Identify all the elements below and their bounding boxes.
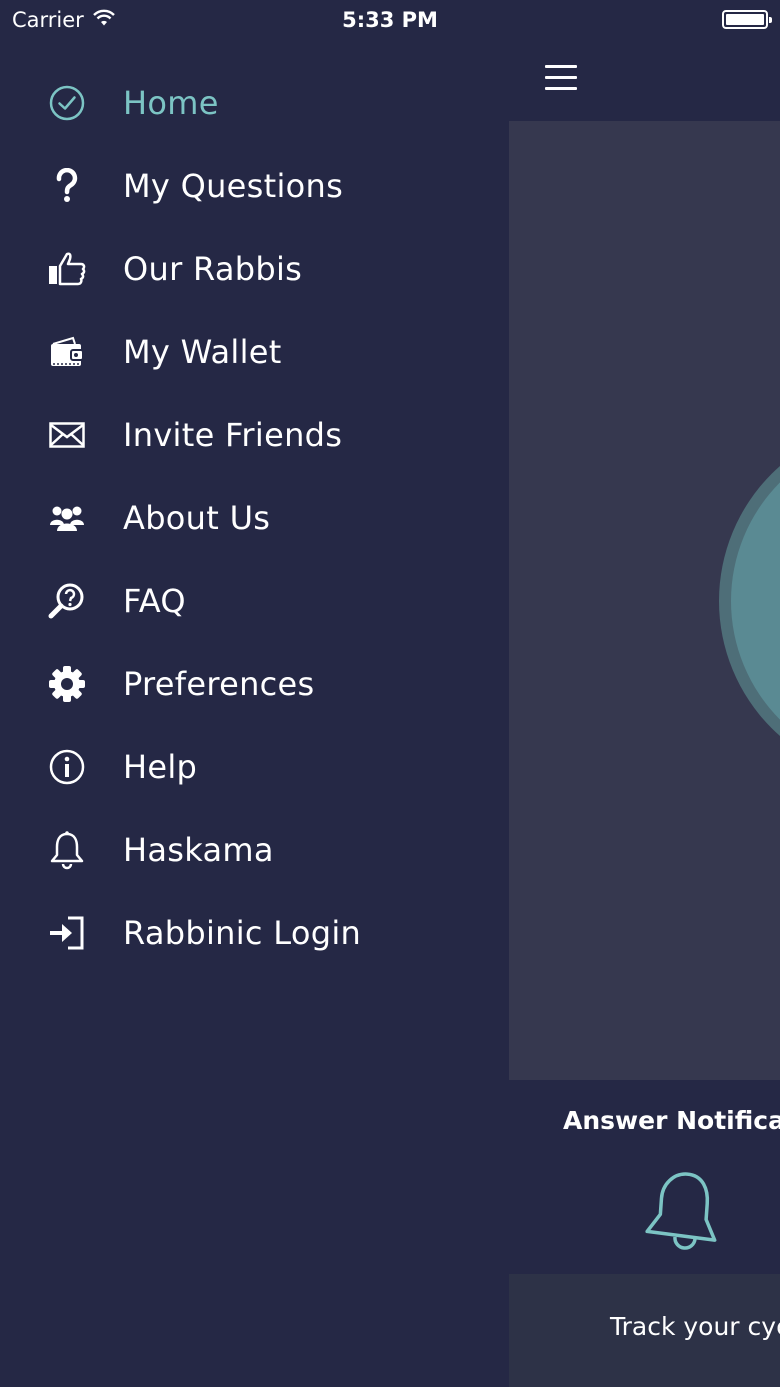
menu-item-label: Rabbinic Login (123, 914, 362, 952)
battery-icon (722, 10, 772, 29)
menu-item-home[interactable]: Home (0, 68, 509, 138)
people-icon (47, 498, 87, 538)
menu-item-my-questions[interactable]: My Questions (0, 151, 509, 221)
menu-item-our-rabbis[interactable]: Our Rabbis (0, 234, 509, 304)
side-drawer: Home My Questions Our Rabbis My Wallet I… (0, 40, 509, 1387)
menu-item-label: Preferences (123, 665, 315, 703)
question-icon (47, 166, 87, 206)
search-question-icon (47, 581, 87, 621)
menu-item-label: Invite Friends (123, 416, 343, 454)
menu-item-rabbinic-login[interactable]: Rabbinic Login (0, 898, 509, 968)
envelope-icon (47, 415, 87, 455)
clock: 5:33 PM (342, 8, 438, 32)
notification-title: Answer Notificat (563, 1106, 780, 1135)
top-bar (509, 40, 780, 121)
thumbs-up-icon (47, 249, 87, 289)
menu-item-my-wallet[interactable]: My Wallet (0, 317, 509, 387)
status-bar: Carrier 5:33 PM (0, 0, 780, 40)
menu-item-faq[interactable]: FAQ (0, 566, 509, 636)
menu-item-label: Haskama (123, 831, 274, 869)
gear-icon (47, 664, 87, 704)
menu-item-label: My Wallet (123, 333, 282, 371)
menu-item-label: About Us (123, 499, 271, 537)
bell-icon (47, 830, 87, 870)
bell-icon[interactable] (645, 1166, 725, 1256)
hamburger-icon[interactable] (545, 65, 577, 91)
track-cycle-label: Track your cyc (610, 1312, 780, 1341)
check-circle-icon (47, 83, 87, 123)
menu-item-haskama[interactable]: Haskama (0, 815, 509, 885)
menu-item-label: FAQ (123, 582, 186, 620)
menu-item-about-us[interactable]: About Us (0, 483, 509, 553)
menu-item-invite-friends[interactable]: Invite Friends (0, 400, 509, 470)
info-icon (47, 747, 87, 787)
main-screen: Answer Notificat Track your cyc (509, 40, 780, 1387)
menu-item-label: Home (123, 84, 219, 122)
answer-notification-panel[interactable]: Answer Notificat (509, 1080, 780, 1274)
menu-item-label: Help (123, 748, 198, 786)
content-area (509, 121, 780, 1080)
login-icon (47, 913, 87, 953)
menu-item-label: My Questions (123, 167, 344, 205)
menu-item-label: Our Rabbis (123, 250, 303, 288)
track-cycle-panel[interactable]: Track your cyc (509, 1274, 780, 1387)
menu-item-help[interactable]: Help (0, 732, 509, 802)
menu-item-preferences[interactable]: Preferences (0, 649, 509, 719)
wallet-icon (47, 332, 87, 372)
